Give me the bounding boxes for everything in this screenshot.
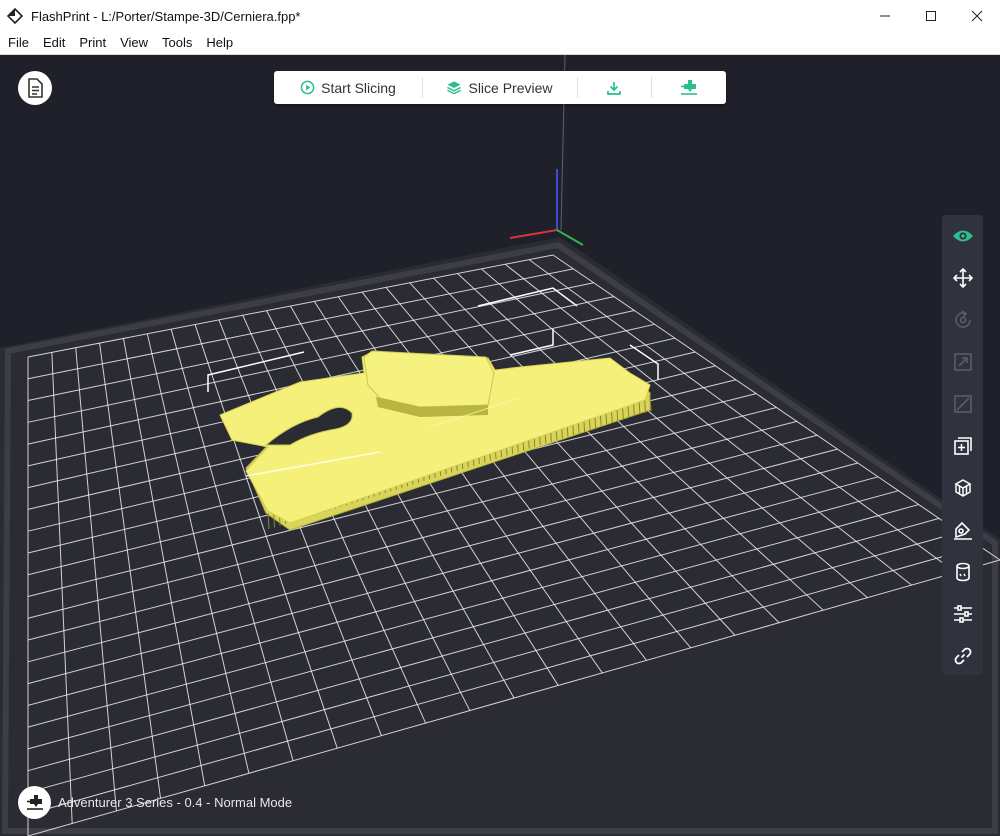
window-controls [862,0,1000,32]
scale-icon [953,353,972,371]
close-button[interactable] [954,0,1000,32]
slicing-toolbar: Start Slicing Slice Preview [274,71,726,104]
supports-icon [953,479,972,497]
cylinder-tool-button[interactable] [942,553,983,591]
flashprint-logo-icon [7,8,23,24]
layers-icon [447,81,462,95]
add-object-button[interactable] [942,427,983,465]
printer-status-text: Adventurer 3 Series - 0.4 - Normal Mode [58,795,293,810]
maximize-icon [926,11,936,21]
axis-gizmo [509,169,584,246]
maximize-button[interactable] [908,0,954,32]
add-object-icon [953,437,972,455]
link-icon [954,647,971,665]
move-tool-button[interactable] [942,259,983,297]
minimize-button[interactable] [862,0,908,32]
settings-sliders-icon [953,605,972,623]
export-button[interactable] [577,71,651,104]
download-icon [607,81,621,95]
settings-button[interactable] [942,595,983,633]
rotate-icon [954,310,971,328]
menu-print[interactable]: Print [72,32,113,54]
cut-icon [953,395,972,413]
document-icon [28,78,43,98]
menu-tools[interactable]: Tools [155,32,199,54]
menu-view[interactable]: View [113,32,155,54]
slice-preview-button[interactable]: Slice Preview [422,71,577,104]
extruder-icon [680,79,697,95]
extruder-icon [26,794,43,810]
view-tool-button[interactable] [942,217,983,255]
close-icon [971,10,983,22]
eye-icon [952,230,973,242]
rotate-tool-button [942,301,983,339]
title-bar: FlashPrint - L:/Porter/Stampe-3D/Cernier… [0,0,1000,32]
minimize-icon [880,15,890,17]
cylinder-icon [955,562,970,582]
lay-flat-icon [953,521,972,540]
lay-flat-button[interactable] [942,511,983,549]
model-list-button[interactable] [18,71,52,105]
link-button[interactable] [942,637,983,675]
cut-tool-button [942,385,983,423]
window-title: FlashPrint - L:/Porter/Stampe-3D/Cernier… [31,8,301,24]
3d-viewport[interactable]: Start Slicing Slice Preview Adventurer 3… [0,55,1000,836]
slice-preview-label: Slice Preview [468,79,553,96]
printer-connection-button[interactable] [18,786,51,819]
menu-help[interactable]: Help [199,32,240,54]
printer-control-button[interactable] [651,71,726,104]
move-icon [952,268,973,288]
scale-tool-button [942,343,983,381]
menu-file[interactable]: File [0,32,36,54]
supports-button[interactable] [942,469,983,507]
start-slicing-label: Start Slicing [321,79,396,96]
edit-tools-panel [942,215,983,675]
menu-bar: File Edit Print View Tools Help [0,32,1000,55]
play-circle-icon [300,80,315,95]
menu-edit[interactable]: Edit [36,32,72,54]
start-slicing-button[interactable]: Start Slicing [274,71,422,104]
build-plate-scene[interactable] [0,55,1000,836]
